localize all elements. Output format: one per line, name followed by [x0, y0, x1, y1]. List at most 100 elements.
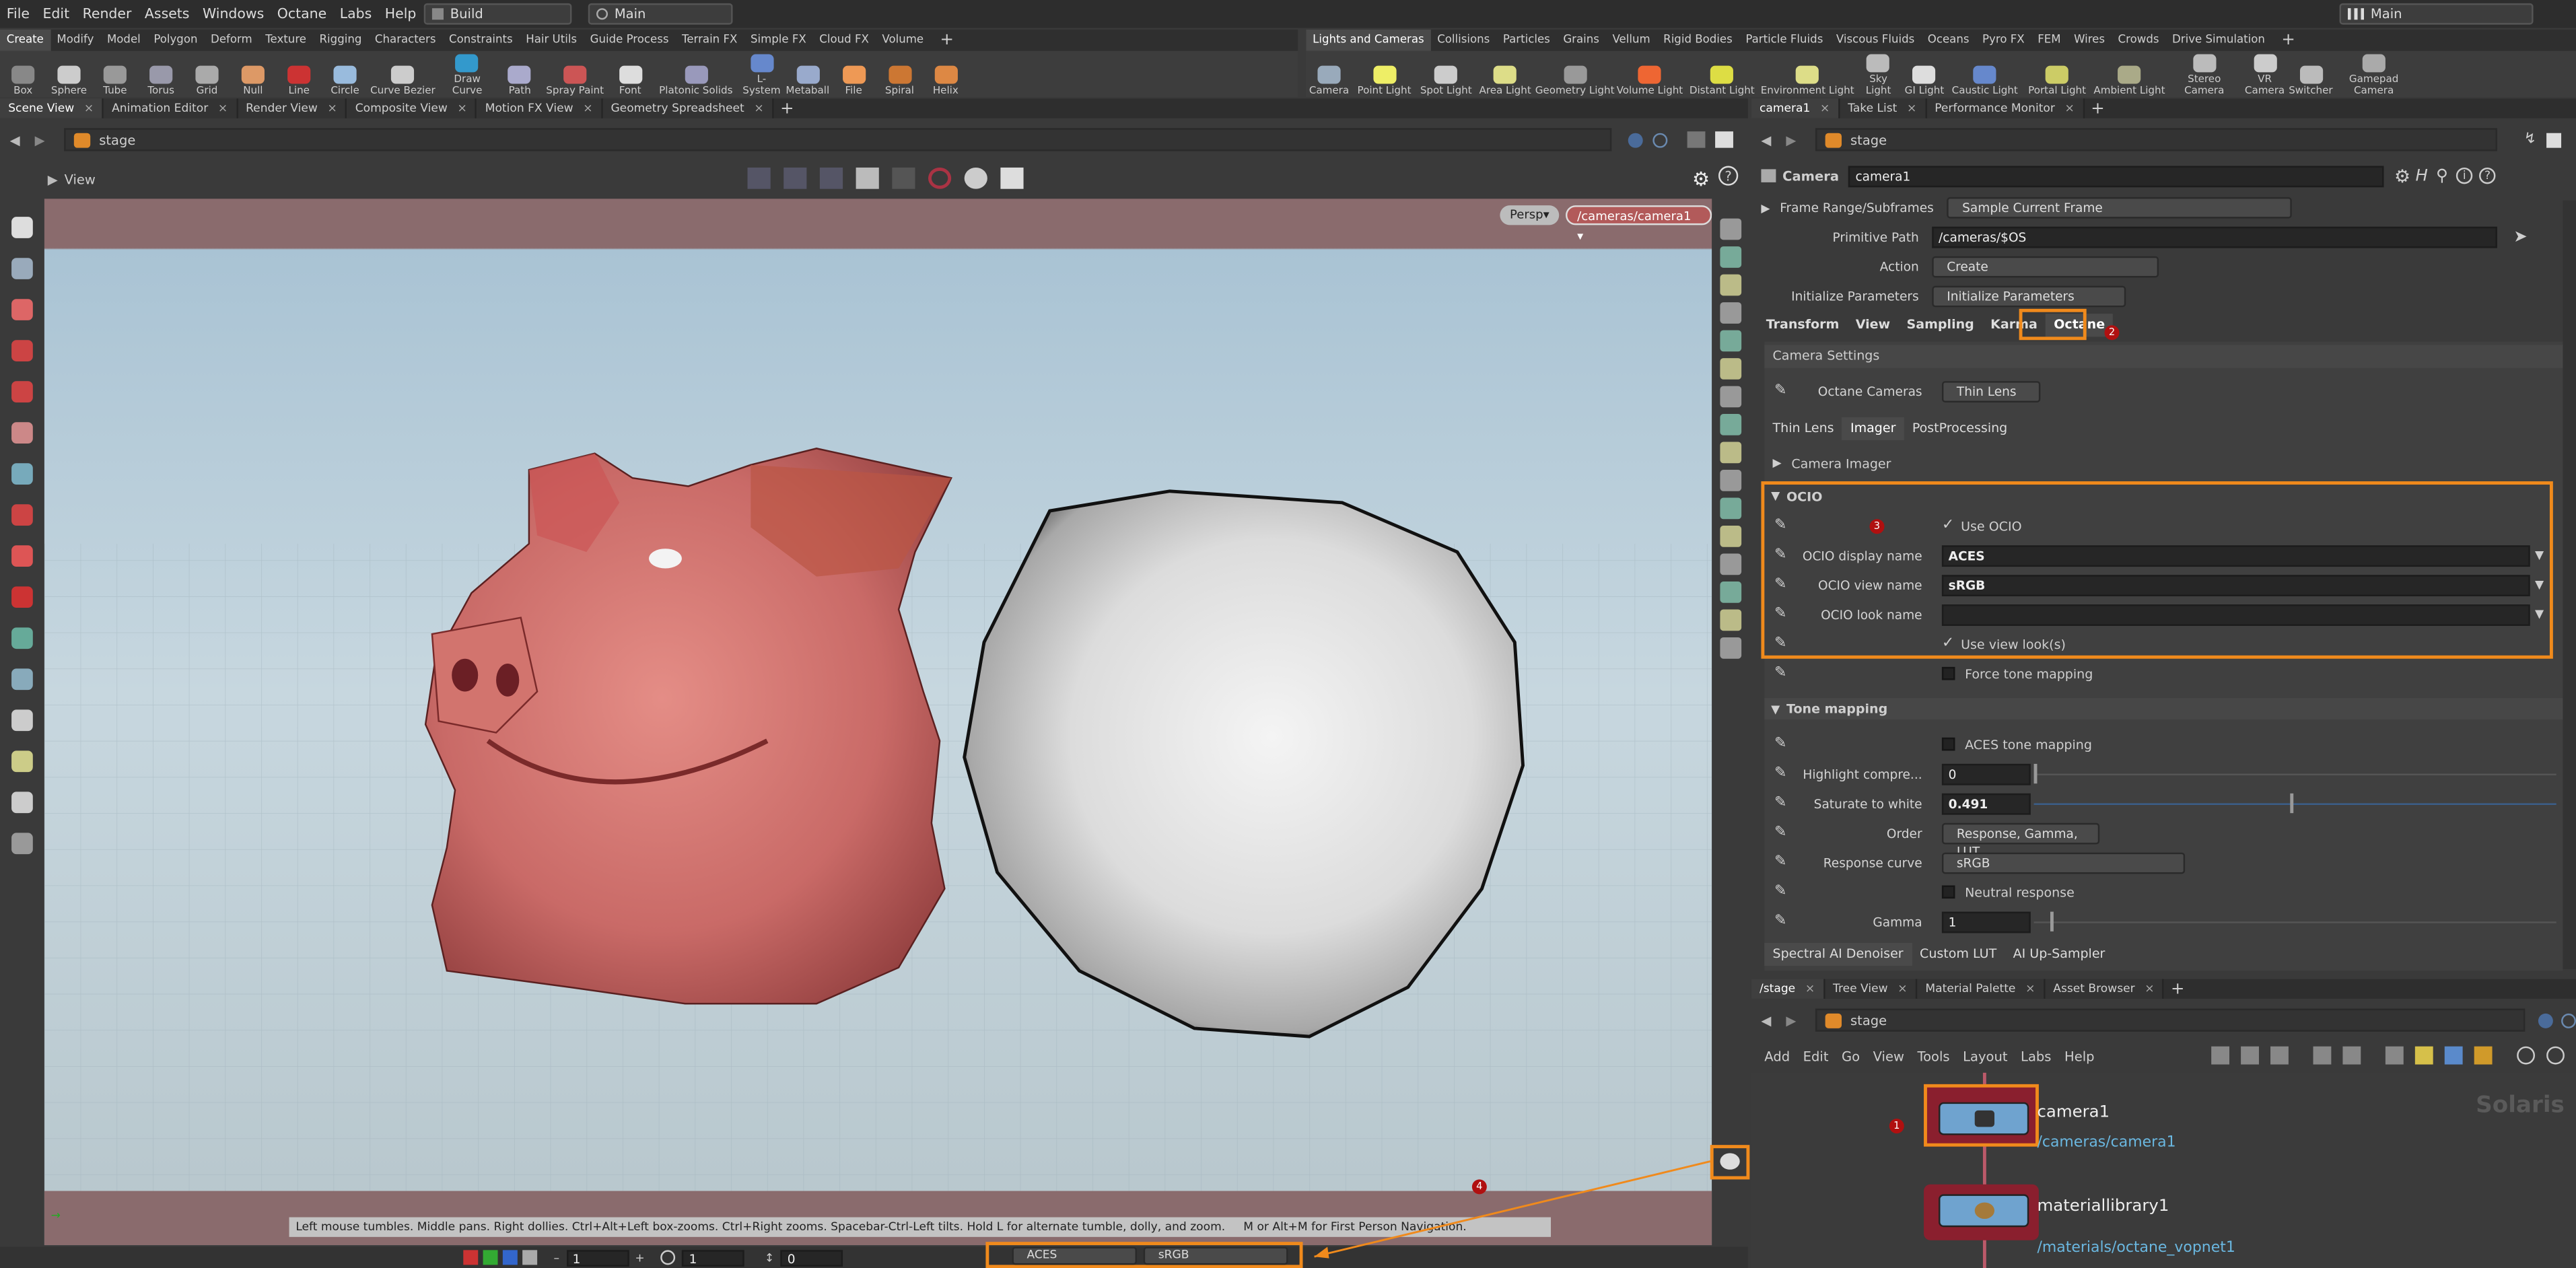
network-pin-icon[interactable] — [2538, 1012, 2553, 1028]
network-help-icon[interactable] — [2546, 1046, 2565, 1065]
saturate-field[interactable]: 0.491 — [1941, 792, 2031, 814]
camera-sub-tab-postprocessing[interactable]: PostProcessing — [1904, 417, 2016, 440]
ocio-view-field[interactable]: sRGB — [1941, 574, 2530, 596]
camera-sub-tab-imager[interactable]: Imager — [1842, 417, 1904, 441]
param-main-tab-sampling[interactable]: Sampling — [1898, 314, 1982, 337]
cursor-icon[interactable]: ➤ — [2513, 228, 2527, 246]
network-menu-add[interactable]: Add — [1758, 1049, 1797, 1063]
param-scrollbar[interactable] — [2563, 200, 2576, 970]
camera-imager-arrow-icon[interactable]: ▶ — [1773, 457, 1782, 470]
network-menu-labs[interactable]: Labs — [2014, 1049, 2058, 1063]
gamma-slider[interactable] — [2033, 911, 2556, 931]
node-help-icon[interactable]: ? — [2479, 167, 2496, 184]
frame-range-arrow-icon[interactable]: ▶ — [1761, 201, 1770, 215]
post-tab-ai-up-sampler[interactable]: AI Up-Sampler — [2005, 943, 2113, 966]
param-back-icon[interactable]: ◀ — [1761, 132, 1771, 147]
network-tab-tree-view[interactable]: Tree View × — [1824, 979, 1918, 999]
gamma-param-field[interactable]: 1 — [1941, 911, 2031, 933]
param-tab-performance-monitor[interactable]: Performance Monitor × — [1926, 98, 2085, 118]
node-name-field[interactable]: camera1 — [1848, 165, 2385, 187]
close-icon[interactable]: × — [1805, 979, 1815, 999]
ocio-display-dropdown-icon[interactable]: ▼ — [2535, 549, 2544, 562]
param-main-tab-view[interactable]: View — [1848, 314, 1899, 337]
grid-icon[interactable] — [2313, 1046, 2332, 1065]
image-icon[interactable] — [2444, 1046, 2463, 1065]
materiallibrary1-node[interactable] — [1939, 1194, 2029, 1228]
post-tab-custom-lut[interactable]: Custom LUT — [1912, 943, 2005, 966]
neutral-checkbox[interactable] — [1941, 885, 1955, 899]
param-forward-icon[interactable]: ▶ — [1786, 132, 1796, 147]
pencil-icon[interactable]: ✎ — [1774, 606, 1790, 623]
network-editor[interactable]: Solaris camera1 /cameras/camera1 1 mater… — [1751, 1072, 2576, 1268]
ocio-look-field[interactable] — [1941, 603, 2530, 625]
pencil-icon[interactable]: ✎ — [1774, 736, 1790, 752]
param-tab-camera1[interactable]: camera1 × — [1751, 98, 1840, 118]
add-param-tab-icon[interactable]: + — [2091, 100, 2104, 118]
node-search-icon[interactable]: ⚲ — [2436, 167, 2448, 185]
pencil-icon[interactable]: ✎ — [1774, 765, 1790, 781]
network-menu-layout[interactable]: Layout — [1956, 1049, 2014, 1063]
init-params-menu[interactable]: Initialize Parameters — [1932, 285, 2126, 308]
add-network-tab-icon[interactable]: + — [2171, 980, 2184, 998]
node-info-icon[interactable]: i — [2456, 167, 2473, 184]
highlight-slider-handle[interactable] — [2033, 763, 2038, 783]
pencil-icon[interactable]: ✎ — [1774, 636, 1790, 652]
octane-cameras-menu[interactable]: Thin Lens — [1941, 380, 2041, 402]
pencil-icon[interactable]: ✎ — [1774, 795, 1790, 811]
wrench-icon[interactable] — [2211, 1046, 2230, 1065]
force-tone-checkbox[interactable] — [1941, 666, 1955, 680]
pencil-icon[interactable]: ✎ — [1774, 518, 1790, 534]
network-path-field[interactable]: stage — [1815, 1008, 2526, 1032]
post-tab-spectral-ai-denoiser[interactable]: Spectral AI Denoiser — [1764, 942, 1912, 966]
pencil-icon[interactable]: ✎ — [1774, 547, 1790, 563]
network-link-icon[interactable] — [2561, 1012, 2576, 1028]
grid2-icon[interactable] — [2342, 1046, 2361, 1065]
param-tab-take-list[interactable]: Take List × — [1840, 98, 1927, 118]
close-icon[interactable]: × — [2065, 98, 2075, 118]
primitive-path-field[interactable]: /cameras/$OS — [1932, 226, 2497, 248]
network-menu-edit[interactable]: Edit — [1797, 1049, 1835, 1063]
zoom-icon[interactable] — [2517, 1046, 2536, 1065]
pencil-icon[interactable]: ✎ — [1774, 824, 1790, 841]
pencil-icon[interactable]: ✎ — [1774, 913, 1790, 929]
close-icon[interactable]: × — [2145, 979, 2154, 999]
saturate-slider[interactable] — [2033, 792, 2556, 812]
close-icon[interactable]: × — [1898, 979, 1907, 999]
pencil-icon[interactable]: ✎ — [1774, 854, 1790, 870]
response-menu[interactable]: sRGB — [1941, 851, 2186, 874]
param-main-tab-transform[interactable]: Transform — [1758, 314, 1848, 337]
close-icon[interactable]: × — [1907, 98, 1916, 118]
network-tab-stage[interactable]: /stage × — [1751, 979, 1825, 999]
sticky-icon[interactable] — [2414, 1046, 2433, 1065]
param-layout-icon[interactable] — [2546, 132, 2561, 147]
ocio-collapse-icon[interactable]: ▼ — [1771, 489, 1780, 503]
param-pin-icon[interactable]: ↯ — [2524, 131, 2536, 147]
use-ocio-checkbox[interactable]: ✓ — [1942, 518, 1954, 534]
use-view-looks-checkbox[interactable]: ✓ — [1942, 636, 1954, 652]
action-menu[interactable]: Create — [1932, 256, 2159, 278]
network-back-icon[interactable]: ◀ — [1761, 1013, 1771, 1028]
close-icon[interactable]: × — [2025, 979, 2035, 999]
aces-tone-checkbox[interactable] — [1941, 737, 1955, 751]
network-tab-asset-browser[interactable]: Asset Browser × — [2045, 979, 2165, 999]
list-icon[interactable] — [2270, 1046, 2289, 1065]
folder-icon[interactable] — [2474, 1046, 2493, 1065]
ocio-display-field[interactable]: ACES — [1941, 544, 2530, 566]
tree-icon[interactable] — [2241, 1046, 2259, 1065]
pencil-icon[interactable]: ✎ — [1774, 383, 1790, 399]
network-menu-tools[interactable]: Tools — [1911, 1049, 1957, 1063]
node-h-icon[interactable]: H — [2415, 167, 2427, 185]
pencil-icon[interactable]: ✎ — [1774, 884, 1790, 900]
network-menu-help[interactable]: Help — [2058, 1049, 2101, 1063]
gamma-slider-handle[interactable] — [2050, 911, 2054, 931]
saturate-slider-handle[interactable] — [2290, 792, 2294, 812]
network-menu-view[interactable]: View — [1867, 1049, 1911, 1063]
camera1-node[interactable] — [1939, 1102, 2029, 1135]
pencil-icon[interactable]: ✎ — [1774, 665, 1790, 681]
ocio-look-dropdown-icon[interactable]: ▼ — [2535, 608, 2544, 621]
order-menu[interactable]: Response, Gamma, LUT — [1941, 822, 2100, 858]
camera-sub-tab-thin-lens[interactable]: Thin Lens — [1764, 417, 1842, 440]
frame-range-menu[interactable]: Sample Current Frame — [1947, 197, 2293, 219]
tone-collapse-icon[interactable]: ▼ — [1771, 702, 1780, 715]
node-gear-icon[interactable]: ⚙ — [2394, 165, 2410, 186]
